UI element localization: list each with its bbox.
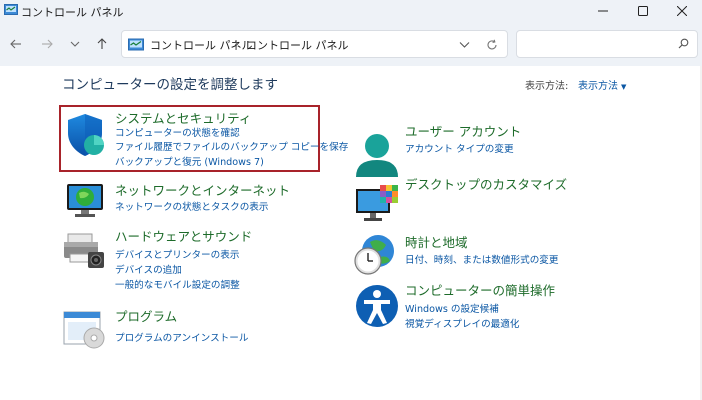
triangle-down-icon: ▼ — [621, 83, 627, 91]
category-link[interactable]: プログラムのアンインストール — [115, 330, 248, 344]
recent-locations-button[interactable] — [64, 34, 86, 54]
network-globe-icon[interactable] — [64, 181, 106, 221]
page-title: コンピューターの設定を調整します — [62, 77, 278, 93]
view-by-dropdown[interactable]: 表示方法 ▼ — [578, 77, 626, 92]
category-clock-region-title[interactable]: 時計と地域 — [405, 232, 468, 251]
control-panel-icon — [4, 4, 18, 15]
breadcrumb-separator-icon[interactable]: › — [234, 36, 238, 49]
category-link[interactable]: 視覚ディスプレイの最適化 — [405, 316, 519, 330]
back-button[interactable] — [5, 34, 27, 54]
category-link[interactable]: ファイル履歴でファイルのバックアップ コピーを保存 — [115, 139, 348, 153]
security-shield-icon[interactable] — [64, 113, 106, 157]
breadcrumb-item[interactable]: コントロール パネル — [246, 37, 349, 53]
category-link[interactable]: Windows の設定候補 — [405, 301, 499, 315]
category-link[interactable]: アカウント タイプの変更 — [405, 141, 514, 155]
minimize-icon — [598, 10, 608, 12]
maximize-button[interactable] — [623, 0, 663, 22]
category-link[interactable]: 一般的なモバイル設定の調整 — [115, 277, 240, 291]
refresh-icon — [487, 39, 497, 50]
view-by-value: 表示方法 — [578, 81, 618, 92]
close-button[interactable] — [662, 0, 702, 22]
maximize-icon — [638, 6, 648, 16]
category-network-title[interactable]: ネットワークとインターネット — [115, 180, 290, 199]
desktop-personalization-icon[interactable] — [354, 183, 400, 223]
category-programs-title[interactable]: プログラム — [115, 306, 177, 325]
category-link[interactable]: デバイスとプリンターの表示 — [115, 247, 239, 261]
main-content: コンピューターの設定を調整します 表示方法: 表示方法 ▼ システムとセキュリティ… — [0, 66, 702, 400]
category-hardware-title[interactable]: ハードウェアとサウンド — [115, 226, 252, 245]
minimize-button[interactable] — [583, 0, 623, 22]
forward-button[interactable] — [36, 34, 58, 54]
view-by-label: 表示方法: — [525, 81, 569, 92]
navigation-bar: コントロール パネル › コントロール パネル — [0, 22, 702, 66]
programs-icon[interactable] — [62, 308, 106, 350]
control-panel-icon — [128, 38, 144, 51]
printer-icon[interactable] — [62, 232, 106, 270]
category-link[interactable]: ネットワークの状態とタスクの表示 — [115, 199, 269, 213]
chevron-down-icon — [459, 42, 469, 48]
window-title: コントロール パネル — [21, 6, 124, 19]
clock-globe-icon[interactable] — [352, 233, 398, 277]
arrow-up-icon — [97, 38, 107, 49]
category-user-accounts-title[interactable]: ユーザー アカウント — [405, 121, 521, 140]
category-link[interactable]: デバイスの追加 — [115, 262, 182, 276]
arrow-left-icon — [10, 39, 21, 49]
chevron-down-icon — [70, 41, 80, 47]
up-button[interactable] — [91, 34, 113, 54]
search-input[interactable] — [523, 36, 673, 52]
user-account-icon[interactable] — [354, 133, 400, 177]
category-link[interactable]: 日付、時刻、または数値形式の変更 — [405, 252, 559, 266]
category-link[interactable]: コンピューターの状態を確認 — [115, 125, 240, 139]
refresh-button[interactable] — [483, 36, 501, 54]
category-appearance-title[interactable]: デスクトップのカスタマイズ — [405, 174, 567, 193]
close-icon — [677, 6, 687, 16]
accessibility-icon[interactable] — [354, 283, 400, 329]
arrow-right-icon — [42, 39, 53, 49]
category-ease-of-access-title[interactable]: コンピューターの簡単操作 — [405, 280, 555, 299]
category-link[interactable]: バックアップと復元 (Windows 7) — [115, 154, 264, 168]
address-dropdown-button[interactable] — [455, 36, 473, 54]
search-box[interactable] — [516, 30, 698, 58]
address-bar[interactable]: コントロール パネル › コントロール パネル — [121, 30, 508, 58]
search-icon[interactable] — [678, 38, 689, 49]
title-bar: コントロール パネル — [0, 0, 702, 22]
